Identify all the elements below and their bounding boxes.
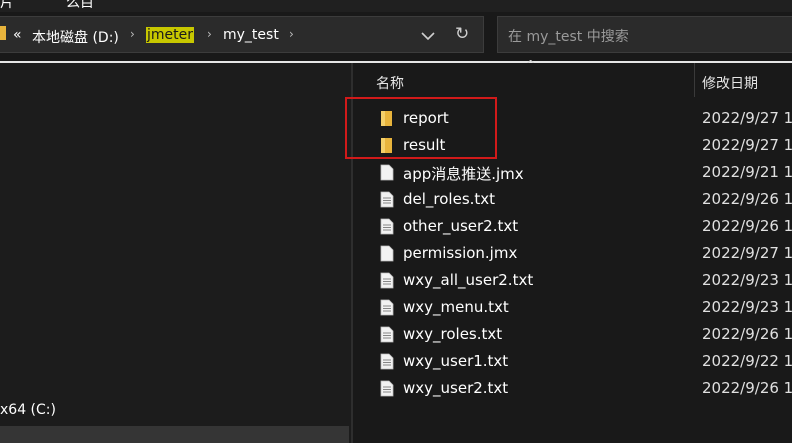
breadcrumb-separator[interactable]: › (130, 27, 135, 41)
breadcrumb-overflow[interactable]: « (13, 27, 22, 43)
file-row[interactable]: wxy_all_user2.txt 2022/9/23 1 (362, 267, 792, 294)
text-file-icon (380, 380, 394, 401)
file-date-modified: 2022/9/26 1 (702, 217, 792, 235)
file-name: wxy_user2.txt (403, 379, 509, 397)
file-name: permission.jmx (403, 244, 518, 262)
file-row[interactable]: other_user2.txt 2022/9/26 1 (362, 213, 792, 240)
column-header-date-modified[interactable]: 修改日期 (702, 73, 758, 93)
file-name: app消息推送.jmx (403, 165, 524, 183)
breadcrumb-separator[interactable]: › (289, 27, 294, 41)
file-date-modified: 2022/9/26 1 (702, 325, 792, 343)
sort-ascending-icon: ^ (526, 58, 536, 71)
text-file-icon (380, 326, 394, 347)
file-date-modified: 2022/9/27 1 (702, 244, 792, 262)
file-row[interactable]: permission.jmx 2022/9/27 1 (362, 240, 792, 267)
breadcrumb-separator[interactable]: › (207, 27, 212, 41)
breadcrumb-jmeter[interactable]: jmeter (146, 27, 194, 43)
title-bar-fragment: 片 么目 (0, 0, 792, 12)
text-file-icon (380, 299, 394, 320)
file-name: other_user2.txt (403, 217, 519, 235)
text-file-icon (380, 353, 394, 374)
navigation-pane[interactable] (0, 63, 351, 443)
file-row[interactable]: wxy_user1.txt 2022/9/22 1 (362, 348, 792, 375)
file-row[interactable]: wxy_user2.txt 2022/9/26 1 (362, 375, 792, 402)
breadcrumb-drive-d[interactable]: 本地磁盘 (D:) (32, 27, 119, 47)
highlight-box (345, 97, 497, 159)
file-date-modified: 2022/9/23 1 (702, 271, 792, 289)
column-header-name[interactable]: 名称 (376, 73, 404, 93)
text-file-icon (380, 191, 394, 212)
refresh-icon[interactable]: ↻ (455, 24, 469, 44)
file-row[interactable]: wxy_menu.txt 2022/9/23 1 (362, 294, 792, 321)
file-name: del_roles.txt (403, 190, 496, 208)
column-separator[interactable] (694, 63, 695, 97)
file-date-modified: 2022/9/26 1 (702, 190, 792, 208)
file-name: wxy_roles.txt (403, 325, 503, 343)
breadcrumb-my-test[interactable]: my_test (223, 27, 279, 43)
search-field[interactable]: 在 my_test 中搜索 (497, 16, 792, 53)
text-file-icon (380, 218, 394, 239)
nav-item-drive-c[interactable]: x64 (C:) (0, 402, 56, 418)
file-name: wxy_all_user2.txt (403, 271, 534, 289)
file-date-modified: 2022/9/27 1 (702, 136, 792, 154)
file-name: wxy_menu.txt (403, 298, 509, 316)
file-date-modified: 2022/9/26 1 (702, 379, 792, 397)
file-row[interactable]: app消息推送.jmx 2022/9/21 1 (362, 159, 792, 186)
file-row[interactable]: del_roles.txt 2022/9/26 1 (362, 186, 792, 213)
chevron-down-icon[interactable] (416, 26, 440, 46)
title-fragment-1: 片 (0, 0, 14, 11)
file-date-modified: 2022/9/22 1 (702, 352, 792, 370)
file-date-modified: 2022/9/27 1 (702, 109, 792, 127)
nav-item-selected[interactable] (0, 426, 349, 443)
file-icon (380, 245, 394, 266)
file-date-modified: 2022/9/23 1 (702, 298, 792, 316)
file-icon (380, 164, 394, 185)
file-name: wxy_user1.txt (403, 352, 509, 370)
file-date-modified: 2022/9/21 1 (702, 163, 792, 181)
search-placeholder: 在 my_test 中搜索 (508, 29, 629, 45)
text-file-icon (380, 272, 394, 293)
title-fragment-2: 么目 (66, 0, 94, 11)
folder-icon (0, 26, 6, 40)
file-row[interactable]: wxy_roles.txt 2022/9/26 1 (362, 321, 792, 348)
